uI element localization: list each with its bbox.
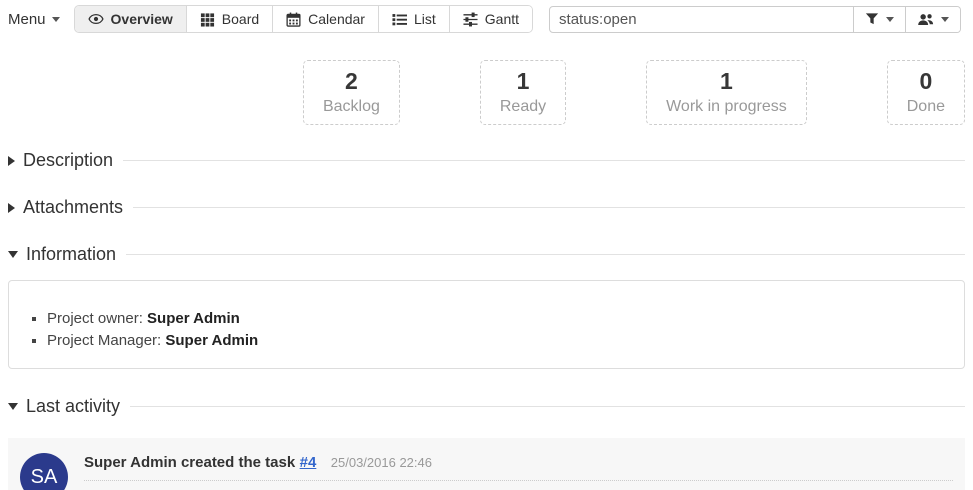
section-information: Information Project owner: Super Admin P… [8, 231, 965, 369]
filter-button-group [854, 6, 961, 33]
chevron-down-icon [52, 17, 60, 22]
section-attachments: Attachments [8, 184, 965, 231]
users-dropdown-button[interactable] [905, 7, 960, 32]
filter-funnel-icon [865, 12, 879, 26]
list-icon [392, 12, 407, 27]
section-header-attachments[interactable]: Attachments [8, 184, 965, 231]
tab-label: List [414, 11, 436, 27]
task-link[interactable]: #4 [300, 454, 317, 471]
project-info-list: Project owner: Super Admin Project Manag… [25, 308, 952, 352]
tab-label: Gantt [485, 11, 519, 27]
section-header-description[interactable]: Description [8, 137, 965, 184]
eye-icon [88, 11, 104, 27]
calendar-icon [286, 12, 301, 27]
top-toolbar: Menu Overview Board [0, 0, 973, 34]
section-title: Last activity [26, 396, 120, 417]
stat-box-done: 0 Done [887, 60, 965, 125]
menu-label: Menu [8, 11, 46, 28]
chevron-down-icon [941, 17, 949, 22]
stat-label: Backlog [323, 96, 380, 117]
tab-label: Calendar [308, 11, 365, 27]
tab-overview[interactable]: Overview [75, 6, 186, 32]
stat-label: Done [907, 96, 945, 117]
gantt-sliders-icon [463, 12, 478, 27]
chevron-right-icon [8, 203, 15, 213]
menu-dropdown[interactable]: Menu [8, 11, 60, 28]
activity-timestamp: 25/03/2016 22:46 [331, 455, 432, 470]
info-label: Project owner: [47, 310, 147, 327]
stat-label: Ready [500, 96, 546, 117]
activity-event: SA Super Admin created the task #4 25/03… [20, 453, 953, 490]
tab-calendar[interactable]: Calendar [272, 6, 378, 32]
section-title: Description [23, 150, 113, 171]
avatar: SA [20, 453, 68, 490]
stat-count: 2 [323, 66, 380, 96]
stat-box-backlog: 2 Backlog [303, 60, 400, 125]
project-information-panel: Project owner: Super Admin Project Manag… [8, 280, 965, 369]
tab-gantt[interactable]: Gantt [449, 6, 532, 32]
chevron-right-icon [8, 156, 15, 166]
activity-content: Super Admin created the task #4 25/03/20… [84, 453, 953, 490]
column-stats-row: 2 Backlog 1 Ready 1 Work in progress 0 D… [0, 60, 965, 125]
list-item: Project Manager: Super Admin [47, 330, 952, 352]
divider [126, 254, 965, 255]
search-input[interactable] [549, 6, 854, 33]
users-icon [917, 12, 934, 27]
stat-box-work-in-progress: 1 Work in progress [646, 60, 807, 125]
divider [133, 207, 965, 208]
search-area [549, 6, 961, 33]
section-title: Attachments [23, 197, 123, 218]
board-grid-icon [200, 12, 215, 27]
section-last-activity: Last activity SA Super Admin created the… [8, 383, 965, 490]
activity-title-row: Super Admin created the task #4 25/03/20… [84, 454, 953, 481]
chevron-down-icon [8, 251, 18, 258]
stat-count: 1 [666, 66, 787, 96]
tab-board[interactable]: Board [186, 6, 272, 32]
tab-label: Board [222, 11, 259, 27]
stat-count: 1 [500, 66, 546, 96]
info-value: Super Admin [147, 310, 240, 327]
divider [123, 160, 965, 161]
list-item: Project owner: Super Admin [47, 308, 952, 330]
activity-panel: SA Super Admin created the task #4 25/03… [8, 438, 965, 490]
chevron-down-icon [8, 403, 18, 410]
section-description: Description [8, 137, 965, 184]
chevron-down-icon [886, 17, 894, 22]
section-header-information[interactable]: Information [8, 231, 965, 278]
stat-box-ready: 1 Ready [480, 60, 566, 125]
stat-count: 0 [907, 66, 945, 96]
view-tabs: Overview Board [74, 5, 534, 33]
section-header-last-activity[interactable]: Last activity [8, 383, 965, 430]
divider [130, 406, 965, 407]
section-title: Information [26, 244, 116, 265]
info-value: Super Admin [165, 332, 258, 349]
activity-title: Super Admin created the task [84, 454, 295, 471]
tab-label: Overview [111, 11, 173, 27]
tab-list[interactable]: List [378, 6, 449, 32]
filter-dropdown-button[interactable] [854, 7, 905, 32]
info-label: Project Manager: [47, 332, 165, 349]
stat-label: Work in progress [666, 96, 787, 117]
